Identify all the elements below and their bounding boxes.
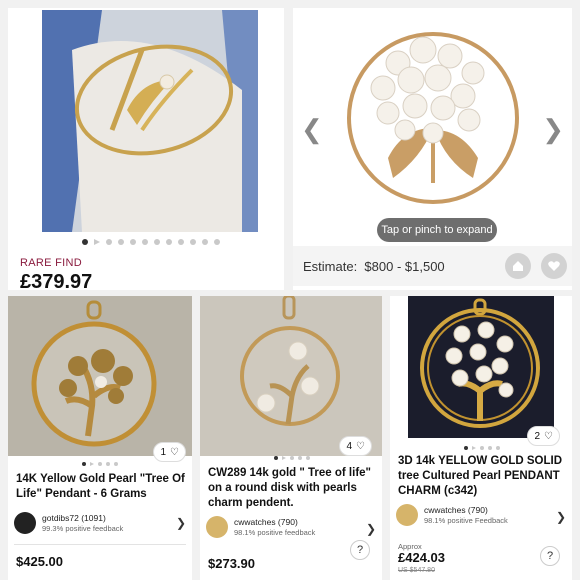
seller-name: gotdibs72 (1091) — [42, 513, 106, 523]
pager-dot[interactable] — [106, 239, 112, 245]
listing-price: $425.00 — [16, 554, 63, 569]
pager-dot[interactable] — [480, 446, 484, 450]
seller-info[interactable]: cwwatches (790) 98.1% positive Feedback — [396, 504, 566, 526]
pager-dot[interactable] — [464, 446, 468, 450]
heart-icon: ♡ — [356, 440, 365, 452]
estimate-bar: Estimate: $800 - $1,500 — [293, 246, 572, 286]
pager-dot[interactable] — [472, 446, 476, 450]
original-price: US $547.80 — [398, 567, 435, 574]
pager-dot[interactable] — [98, 462, 102, 466]
pager-dot[interactable] — [90, 462, 94, 466]
tap-to-expand-hint: Tap or pinch to expand — [377, 218, 497, 242]
pendant-photo[interactable] — [8, 296, 192, 456]
pager-dot[interactable] — [282, 456, 286, 460]
like-button[interactable]: 1 ♡ — [153, 442, 186, 462]
seller-feedback: 98.1% positive Feedback — [424, 516, 508, 525]
pager-dot[interactable] — [82, 239, 88, 245]
photo-pager[interactable] — [274, 456, 310, 460]
pager-dot[interactable] — [298, 456, 302, 460]
listing-card[interactable]: 4 ♡ CW289 14k gold " Tree of life" on a … — [200, 296, 382, 580]
pager-dot[interactable] — [274, 456, 278, 460]
listing-title[interactable]: CW289 14k gold " Tree of life" on a roun… — [208, 466, 376, 511]
chevron-right-icon[interactable]: ❯ — [366, 522, 376, 536]
pager-dot[interactable] — [118, 239, 124, 245]
pager-dot[interactable] — [496, 446, 500, 450]
pager-dot[interactable] — [488, 446, 492, 450]
heart-icon: ♡ — [170, 446, 179, 458]
pendant-photo[interactable] — [200, 296, 382, 456]
listing-estimate[interactable]: ❮ ❯ Tap or pinch to expand Estimate: $80… — [293, 8, 572, 290]
pager-dot[interactable] — [214, 239, 220, 245]
avatar — [206, 516, 228, 538]
brooch-photo[interactable] — [42, 10, 258, 232]
chevron-left-icon[interactable]: ❮ — [301, 116, 323, 142]
like-count: 1 — [160, 446, 167, 458]
divider — [14, 544, 186, 545]
listing-card[interactable]: 2 ♡ 3D 14k YELLOW GOLD SOLID tree Cultur… — [390, 296, 572, 580]
rare-find-badge: RARE FIND — [20, 257, 82, 269]
photo-pager[interactable] — [82, 462, 118, 466]
help-button[interactable]: ? — [350, 540, 370, 560]
pager-dot[interactable] — [130, 239, 136, 245]
listing-title[interactable]: 14K Yellow Gold Pearl "Tree Of Life" Pen… — [16, 472, 188, 502]
heart-icon — [548, 261, 560, 271]
pager-dot[interactable] — [106, 462, 110, 466]
listing-main[interactable]: RARE FIND £379.97 — [8, 8, 284, 290]
pager-dot[interactable] — [178, 239, 184, 245]
avatar — [396, 504, 418, 526]
pendant-photo[interactable] — [390, 296, 572, 438]
seller-feedback: 99.3% positive feedback — [42, 524, 124, 533]
listing-price: £424.03 — [398, 550, 445, 565]
photo-pager[interactable] — [82, 239, 220, 245]
pager-dot[interactable] — [142, 239, 148, 245]
listing-title[interactable]: 3D 14k YELLOW GOLD SOLID tree Cultured P… — [398, 454, 568, 499]
pager-dot[interactable] — [166, 239, 172, 245]
pager-dot[interactable] — [82, 462, 86, 466]
heart-icon: ♡ — [544, 430, 553, 442]
seller-info[interactable]: cwwatches (790) 98.1% positive feedback — [206, 516, 376, 538]
chevron-right-icon[interactable]: ❯ — [176, 516, 186, 530]
estimate-label: Estimate: — [303, 259, 358, 274]
seller-feedback: 98.1% positive feedback — [234, 528, 316, 537]
estimate-value: $800 - $1,500 — [364, 259, 445, 274]
chevron-right-icon[interactable]: ❯ — [556, 510, 566, 524]
like-count: 2 — [534, 430, 541, 442]
photo-pager[interactable] — [464, 446, 500, 450]
like-count: 4 — [346, 440, 353, 452]
seller-name: cwwatches (790) — [234, 517, 298, 527]
listing-card[interactable]: 1 ♡ 14K Yellow Gold Pearl "Tree Of Life"… — [8, 296, 192, 580]
pager-dot[interactable] — [114, 462, 118, 466]
like-button[interactable]: 2 ♡ — [527, 426, 560, 446]
brooch-photo[interactable] — [293, 8, 572, 240]
seller-name: cwwatches (790) — [424, 505, 488, 515]
help-button[interactable]: ? — [540, 546, 560, 566]
seller-info[interactable]: gotdibs72 (1091) 99.3% positive feedback — [14, 512, 186, 534]
pager-dot[interactable] — [202, 239, 208, 245]
estimate-text: Estimate: $800 - $1,500 — [303, 259, 445, 274]
chevron-right-icon[interactable]: ❯ — [542, 116, 564, 142]
watch-button[interactable] — [541, 253, 567, 279]
pager-dot[interactable] — [290, 456, 294, 460]
price-tag-button[interactable] — [505, 253, 531, 279]
like-button[interactable]: 4 ♡ — [339, 436, 372, 456]
listing-price: £379.97 — [20, 271, 93, 290]
avatar — [14, 512, 36, 534]
tag-icon — [513, 261, 523, 271]
listing-price: $273.90 — [208, 556, 255, 571]
pager-dot[interactable] — [306, 456, 310, 460]
pager-dot[interactable] — [94, 239, 100, 245]
pager-dot[interactable] — [190, 239, 196, 245]
pager-dot[interactable] — [154, 239, 160, 245]
